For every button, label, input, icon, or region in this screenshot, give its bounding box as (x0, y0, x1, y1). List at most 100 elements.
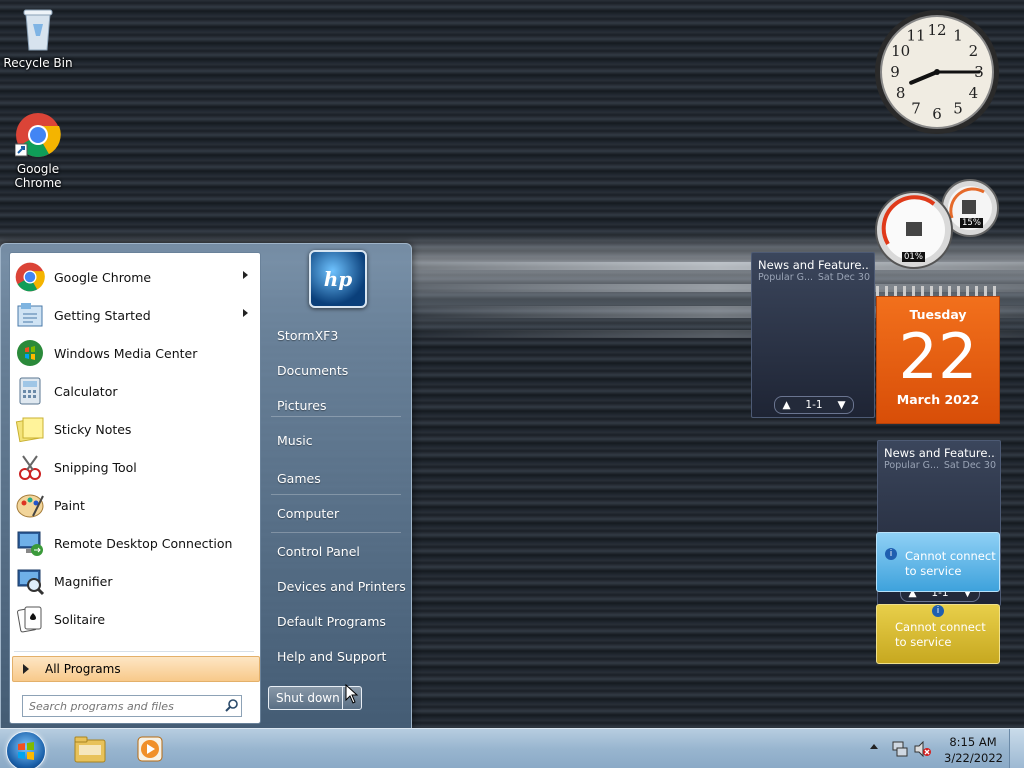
start-menu-program-list: Google Chrome Getting Started Windows Medi… (9, 252, 261, 724)
program-item-solitaire[interactable]: Solitaire (12, 601, 258, 637)
desktop-icon-recycle-bin[interactable]: Recycle Bin (0, 6, 76, 70)
error-line2: to service (895, 635, 952, 649)
media-player-icon (137, 736, 163, 762)
memory-usage-value: 15% (960, 218, 983, 228)
program-item-magnifier[interactable]: Magnifier (12, 563, 258, 599)
start-link-computer[interactable]: Computer (277, 506, 339, 521)
clock-number: 6 (932, 105, 942, 123)
program-item-paint[interactable]: Paint (12, 487, 258, 523)
start-menu-separator (271, 416, 401, 417)
program-item-sticky-notes[interactable]: Sticky Notes (12, 411, 258, 447)
start-link-devices-and-printers[interactable]: Devices and Printers (277, 579, 406, 594)
start-link-control-panel[interactable]: Control Panel (277, 544, 360, 559)
magnifier-icon (14, 565, 46, 597)
recycle-bin-icon (18, 6, 58, 52)
news-source: Popular G... (758, 272, 814, 283)
program-item-label: Magnifier (54, 573, 113, 589)
mouse-cursor-icon (345, 683, 359, 707)
volume-muted-icon[interactable] (914, 740, 932, 760)
calendar-day: 22 (898, 320, 978, 393)
snipping-tool-icon (14, 451, 46, 483)
start-link-music[interactable]: Music (277, 433, 313, 448)
program-item-google-chrome[interactable]: Google Chrome (12, 259, 258, 295)
calendar-rings (876, 286, 1000, 296)
program-item-remote-desktop-connection[interactable]: Remote Desktop Connection (12, 525, 258, 561)
paint-icon (14, 489, 46, 521)
start-link-stormxf3[interactable]: StormXF3 (277, 328, 338, 343)
clock-number: 10 (891, 42, 910, 60)
news-title[interactable]: News and Feature... (758, 258, 870, 272)
submenu-arrow-icon[interactable] (243, 271, 248, 279)
clock-number: 2 (969, 42, 979, 60)
all-programs-button[interactable]: All Programs (12, 656, 260, 682)
pager-count: 1-1 (805, 399, 823, 411)
service-error-yellow[interactable]: i Cannot connect to service (876, 604, 1000, 664)
chrome-icon (14, 261, 46, 293)
desktop-icon-google-chrome[interactable]: Google Chrome (0, 112, 76, 190)
media-center-icon (14, 337, 46, 369)
program-item-label: Snipping Tool (54, 459, 137, 475)
start-link-default-programs[interactable]: Default Programs (277, 614, 386, 629)
pager-up-icon[interactable]: ▲ (782, 399, 790, 411)
error-line1: Cannot connect (905, 549, 996, 563)
clock-number: 12 (927, 21, 946, 39)
search-box[interactable] (22, 695, 242, 717)
search-input[interactable] (27, 698, 221, 714)
start-link-pictures[interactable]: Pictures (277, 398, 327, 413)
start-link-documents[interactable]: Documents (277, 363, 348, 378)
clock-number: 7 (911, 99, 921, 117)
search-icon[interactable] (225, 698, 239, 715)
submenu-arrow-icon[interactable] (243, 309, 248, 317)
start-link-games[interactable]: Games (277, 471, 321, 486)
news-title[interactable]: News and Feature... (884, 446, 996, 460)
news-pager: ▲ 1-1 ▼ (774, 396, 854, 414)
news-gadget-top[interactable]: News and Feature... Popular G... Sat Dec … (751, 252, 875, 418)
start-button[interactable] (6, 731, 46, 768)
program-list-divider (14, 651, 254, 652)
shutdown-label: Shut down (276, 691, 340, 705)
taskbar-clock[interactable]: 8:15 AM 3/22/2022 (944, 734, 1003, 766)
taskbar-media-player-button[interactable] (122, 732, 178, 766)
windows-logo-icon (18, 742, 34, 760)
clock-number: 5 (953, 99, 963, 117)
sticky-notes-icon (14, 413, 46, 445)
all-programs-label: All Programs (45, 662, 121, 676)
hp-logo-icon: hp (323, 267, 353, 291)
news-source: Popular G... (884, 460, 940, 471)
program-item-windows-media-center[interactable]: Windows Media Center (12, 335, 258, 371)
program-item-snipping-tool[interactable]: Snipping Tool (12, 449, 258, 485)
chrome-icon (14, 112, 61, 158)
program-item-label: Google Chrome (54, 269, 152, 285)
getting-started-icon (14, 299, 46, 331)
show-hidden-icons-button[interactable] (870, 744, 878, 749)
start-link-help-and-support[interactable]: Help and Support (277, 649, 386, 664)
info-icon: i (885, 548, 897, 560)
taskbar-date: 3/22/2022 (944, 751, 1003, 765)
show-desktop-button[interactable] (1009, 729, 1024, 768)
clock-number: 11 (906, 27, 925, 45)
cpu-usage-value: 01% (902, 252, 925, 262)
clock-gadget[interactable]: 121234567891011 (874, 9, 1000, 135)
taskbar-explorer-button[interactable] (62, 732, 118, 766)
user-picture[interactable]: hp (309, 250, 367, 308)
calendar-gadget[interactable]: Tuesday 22 March 2022 (876, 286, 1000, 424)
triangle-right-icon (23, 664, 29, 674)
program-item-calculator[interactable]: Calculator (12, 373, 258, 409)
start-menu-separator (271, 532, 401, 533)
program-item-label: Getting Started (54, 307, 151, 323)
news-date: Sat Dec 30 (943, 460, 996, 471)
clock-number: 9 (890, 63, 900, 81)
pager-down-icon[interactable]: ▼ (837, 399, 845, 411)
program-item-label: Windows Media Center (54, 345, 198, 361)
desktop-icon-label: Recycle Bin (3, 56, 73, 70)
network-icon[interactable] (892, 741, 908, 760)
program-item-getting-started[interactable]: Getting Started (12, 297, 258, 333)
service-error-blue[interactable]: i Cannot connect to service (876, 532, 1000, 592)
clock-number: 1 (953, 27, 963, 45)
calendar-month-year: March 2022 (896, 392, 980, 407)
clock-number: 8 (896, 84, 906, 102)
program-item-label: Sticky Notes (54, 421, 132, 437)
remote-desktop-icon (14, 527, 46, 559)
program-item-label: Calculator (54, 383, 118, 399)
cpu-meter-gadget[interactable]: 01% 15% (874, 178, 1000, 272)
